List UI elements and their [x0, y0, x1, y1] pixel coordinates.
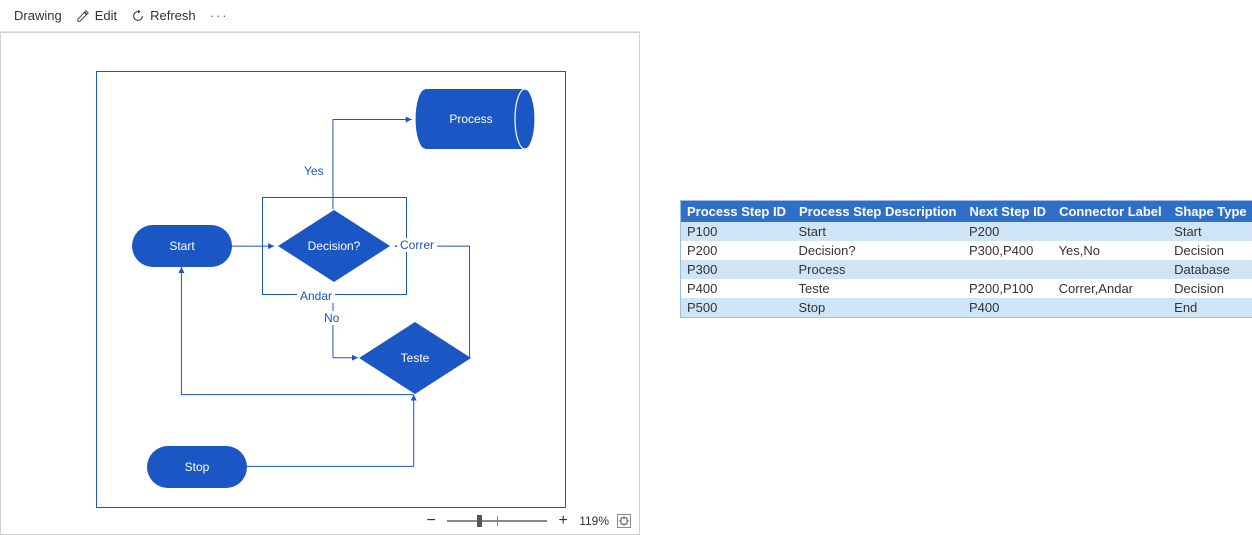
shape-process[interactable]: Process	[415, 89, 535, 149]
col-step-desc: Process Step Description	[793, 201, 964, 222]
table-header-row: Process Step ID Process Step Description…	[681, 201, 1252, 222]
edit-button[interactable]: Edit	[76, 8, 117, 23]
shape-stop[interactable]: Stop	[147, 446, 247, 488]
connector-label-no: No	[321, 311, 342, 325]
shape-teste-label: Teste	[401, 351, 430, 365]
process-table: Process Step ID Process Step Description…	[681, 201, 1252, 317]
zoom-slider[interactable]	[447, 514, 547, 528]
shape-stop-label: Stop	[185, 460, 210, 474]
zoom-value: 119%	[579, 514, 609, 528]
zoom-out-button[interactable]: −	[423, 512, 439, 530]
shape-decision-label: Decision?	[308, 239, 361, 253]
shape-process-label: Process	[449, 112, 492, 126]
toolbar: Drawing Edit Refresh ···	[0, 0, 640, 32]
table-row[interactable]: P400 Teste P200,P100 Correr,Andar Decisi…	[681, 279, 1252, 298]
edit-label: Edit	[95, 8, 117, 23]
drawing-panel: Yes No Correr Andar Start Decision? Proc…	[0, 32, 640, 535]
fit-to-window-button[interactable]	[617, 514, 631, 528]
process-table-wrap: Process Step ID Process Step Description…	[680, 200, 1252, 318]
shape-start-label: Start	[169, 239, 194, 253]
table-row[interactable]: P100 Start P200 Start	[681, 222, 1252, 241]
connector-label-andar: Andar	[297, 289, 335, 303]
table-row[interactable]: P300 Process Database	[681, 260, 1252, 279]
drawing-canvas[interactable]: Yes No Correr Andar Start Decision? Proc…	[1, 33, 639, 508]
status-bar: − + 119%	[423, 508, 639, 534]
table-row[interactable]: P500 Stop P400 End	[681, 298, 1252, 317]
col-step-id: Process Step ID	[681, 201, 793, 222]
table-row[interactable]: P200 Decision? P300,P400 Yes,No Decision	[681, 241, 1252, 260]
more-actions-button[interactable]: ···	[210, 8, 229, 23]
shape-teste[interactable]: Teste	[359, 322, 471, 394]
connector-label-yes: Yes	[301, 164, 327, 178]
drawing-title-label: Drawing	[14, 8, 62, 23]
refresh-label: Refresh	[150, 8, 196, 23]
pencil-icon	[76, 9, 90, 23]
shape-start[interactable]: Start	[132, 225, 232, 267]
col-connector: Connector Label	[1053, 201, 1169, 222]
col-next-step: Next Step ID	[963, 201, 1053, 222]
connector-label-correr: Correr	[397, 238, 437, 252]
refresh-icon	[131, 9, 145, 23]
zoom-in-button[interactable]: +	[555, 512, 571, 530]
drawing-title: Drawing	[14, 8, 62, 23]
col-shape-type: Shape Type	[1168, 201, 1252, 222]
shape-decision[interactable]: Decision?	[278, 210, 390, 282]
refresh-button[interactable]: Refresh	[131, 8, 196, 23]
